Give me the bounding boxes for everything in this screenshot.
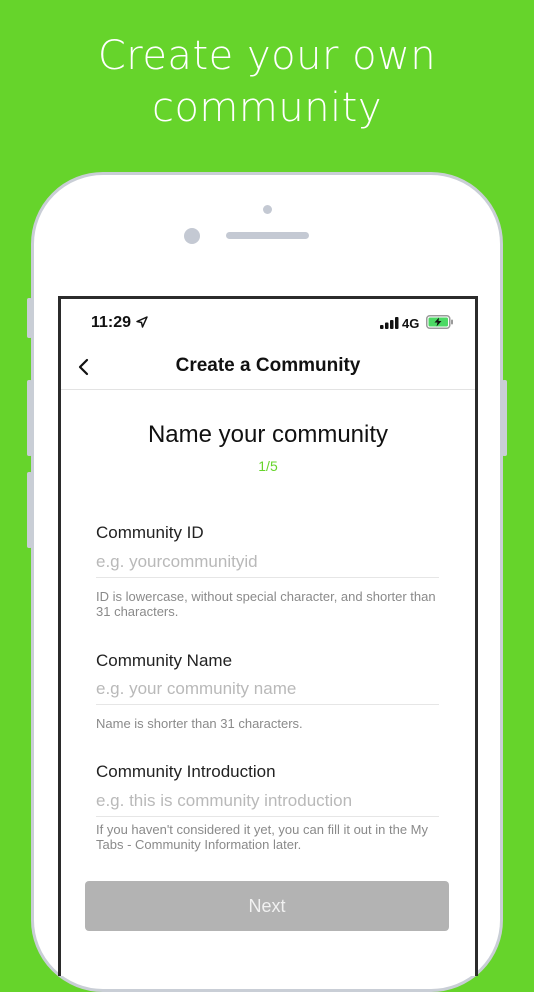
phone-mute-switch <box>27 298 32 338</box>
front-camera <box>184 228 200 244</box>
status-bar: 11:29 4G <box>61 299 475 347</box>
community-id-input[interactable] <box>96 547 439 578</box>
community-name-input[interactable] <box>96 674 439 705</box>
form-heading: Name your community <box>147 421 389 448</box>
next-button[interactable]: Next <box>85 881 449 931</box>
phone-volume-up <box>27 380 32 456</box>
location-arrow-icon <box>136 316 148 328</box>
promo-headline-line1: Create your own <box>97 33 437 79</box>
community-id-label: Community ID <box>96 523 204 542</box>
phone-power-button <box>502 380 507 456</box>
cellular-signal-icon <box>380 317 399 329</box>
app-screen: 11:29 4G Create a Community Name your co… <box>58 296 478 976</box>
battery-charging-icon <box>426 315 453 329</box>
page-title: Create a Community <box>175 355 361 376</box>
community-name-label: Community Name <box>96 651 233 670</box>
navigation-bar: Create a Community <box>61 347 475 390</box>
promo-headline: Create your own community <box>0 30 534 134</box>
community-introduction-input[interactable] <box>96 786 439 817</box>
earpiece-speaker <box>226 232 309 239</box>
promo-headline-line2: community <box>151 85 383 131</box>
phone-volume-down <box>27 472 32 548</box>
community-introduction-hint: If you haven't considered it yet, you ca… <box>96 822 428 852</box>
proximity-sensor <box>263 205 272 214</box>
step-indicator: 1/5 <box>258 458 278 474</box>
network-type: 4G <box>402 316 420 331</box>
community-introduction-label: Community Introduction <box>96 762 276 781</box>
community-name-hint: Name is shorter than 31 characters. <box>96 716 303 731</box>
status-time: 11:29 <box>91 314 132 331</box>
community-id-hint: ID is lowercase, without special charact… <box>96 589 436 619</box>
